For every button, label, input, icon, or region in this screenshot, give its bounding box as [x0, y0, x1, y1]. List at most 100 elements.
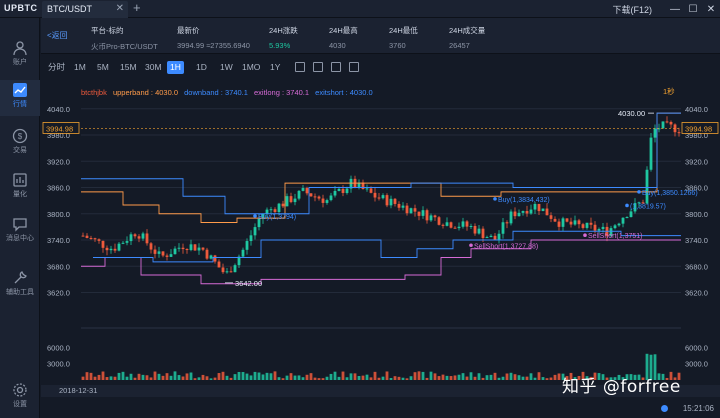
candle-body — [573, 220, 577, 225]
candle-body — [149, 243, 153, 250]
tab-timeframe-1h[interactable]: 1H — [167, 61, 184, 74]
sidebar-item-market[interactable]: 行情 — [0, 80, 40, 116]
volume-bar — [397, 376, 401, 380]
download-button[interactable]: 下载(F12) — [612, 3, 652, 16]
tab-timeframe-1m[interactable]: 1M — [71, 61, 89, 74]
minimize-icon[interactable]: — — [666, 4, 684, 15]
volume-bar — [281, 378, 285, 380]
add-tab-icon[interactable]: + — [133, 0, 141, 15]
candle-body — [269, 209, 273, 211]
buy-marker — [625, 203, 629, 208]
volume-bar — [421, 371, 425, 380]
tab-close-icon[interactable]: ✕ — [116, 3, 124, 14]
sidebar-item-account[interactable]: 账户 — [0, 38, 40, 74]
draw-tool-icon[interactable] — [313, 62, 323, 72]
volume-bar — [373, 371, 377, 380]
volume-bar — [93, 376, 97, 380]
candle-body — [297, 190, 301, 199]
compare-tool-icon[interactable] — [331, 62, 341, 72]
candle-body — [325, 200, 329, 203]
close-icon[interactable]: ✕ — [702, 4, 720, 15]
tab-timeframe-1w[interactable]: 1W — [217, 61, 236, 74]
sidebar-item-quant[interactable]: 量化 — [0, 170, 40, 206]
sell-short-annotation: SellShort(1,3727.88) — [474, 243, 538, 250]
volume-bar — [229, 377, 233, 380]
candle-body — [85, 235, 89, 238]
volume-bar — [557, 373, 561, 380]
y-tick-label-left: 3680.0 — [47, 262, 70, 271]
candle-body — [233, 265, 237, 273]
volume-bar — [353, 373, 357, 380]
volume-tick-label-right: 6000.0 — [685, 343, 708, 352]
candle-body — [497, 233, 501, 240]
volume-bar — [273, 371, 277, 380]
tab-timeframe-30m[interactable]: 30M — [142, 61, 165, 74]
volume-bar — [389, 378, 393, 380]
candle-body — [341, 188, 345, 193]
candle-body — [173, 248, 177, 255]
volume-bar — [97, 374, 101, 380]
volume-bar — [117, 372, 121, 380]
quant-icon — [13, 173, 27, 187]
upper-band-line — [81, 112, 681, 223]
candle-body — [165, 255, 169, 257]
tab-timeframe-1d[interactable]: 1D — [193, 61, 210, 74]
tab-btc-usdt[interactable]: BTC/USDT ✕ — [42, 1, 128, 18]
settings-tool-icon[interactable] — [349, 62, 359, 72]
status-bar: 15:21:06 — [41, 400, 720, 418]
maximize-icon[interactable]: ☐ — [684, 4, 702, 15]
candle-body — [337, 188, 341, 191]
tab-timeframe-5m[interactable]: 5M — [94, 61, 112, 74]
candle-body — [305, 188, 309, 194]
tab-timeframe-1mo[interactable]: 1MO — [239, 61, 263, 74]
volume-column: 24H成交量 26457 — [449, 25, 485, 50]
volume-bar — [85, 372, 89, 380]
candle-body — [345, 188, 349, 193]
candle-body — [213, 255, 217, 262]
chart-canvas[interactable]: 4040.0 4040.03980.0 3980.03920.0 3920.03860… — [41, 80, 720, 385]
candle-body — [621, 217, 625, 224]
candle-body — [489, 235, 493, 238]
low-value: 3760 — [389, 41, 406, 50]
candle-body — [133, 234, 137, 237]
tab-timeframe-tick[interactable]: 分时 — [45, 61, 68, 74]
back-button[interactable]: <返回 — [47, 30, 68, 41]
volume-bar — [413, 372, 417, 380]
volume-bar — [425, 377, 429, 380]
tab-timeframe-1y[interactable]: 1Y — [267, 61, 283, 74]
sidebar-item-trade[interactable]: $ 交易 — [0, 126, 40, 162]
volume-bar — [325, 376, 329, 380]
volume-bar — [165, 373, 169, 380]
volume-bar — [533, 377, 537, 380]
candle-body — [189, 244, 193, 251]
candle-body — [105, 247, 109, 251]
candle-body — [561, 218, 565, 227]
change-column: 24H涨跌 5.93% — [269, 25, 298, 50]
sidebar-item-tools[interactable]: 辅助工具 — [0, 268, 40, 304]
sidebar-item-settings[interactable]: 设置 — [0, 380, 40, 416]
y-tick-label-right: 3920.0 — [685, 157, 708, 166]
volume-bar — [305, 374, 309, 380]
timeframe-toolbar: 分时 1M 5M 15M 30M 1H 1D 1W 1MO 1Y — [41, 54, 720, 80]
tab-timeframe-15m[interactable]: 15M — [117, 61, 140, 74]
candle-body — [281, 203, 285, 207]
sidebar-item-messages[interactable]: 消息中心 — [0, 214, 40, 250]
volume-bar — [141, 374, 145, 380]
volume-bar — [317, 378, 321, 380]
price-chart[interactable]: 4040.0 4040.0 3980.0 3980.0 3920.0 3920.0 3860… — [41, 80, 720, 418]
candle-body — [461, 221, 465, 227]
volume-tick-label-left: 6000.0 — [47, 343, 70, 352]
candle-body — [457, 226, 461, 229]
volume-bar — [289, 373, 293, 380]
candle-body — [397, 203, 401, 208]
last-price-label: 最新价 — [177, 26, 200, 35]
candle-body — [377, 197, 381, 199]
indicator-tool-icon[interactable] — [295, 62, 305, 72]
volume-bar — [541, 377, 545, 380]
volume-bar — [393, 376, 397, 380]
sell-short-annotation: SellShort(1,3751) — [588, 233, 642, 240]
candle-body — [593, 224, 597, 231]
user-icon — [13, 41, 27, 56]
candle-body — [533, 203, 537, 210]
candle-body — [153, 249, 157, 254]
